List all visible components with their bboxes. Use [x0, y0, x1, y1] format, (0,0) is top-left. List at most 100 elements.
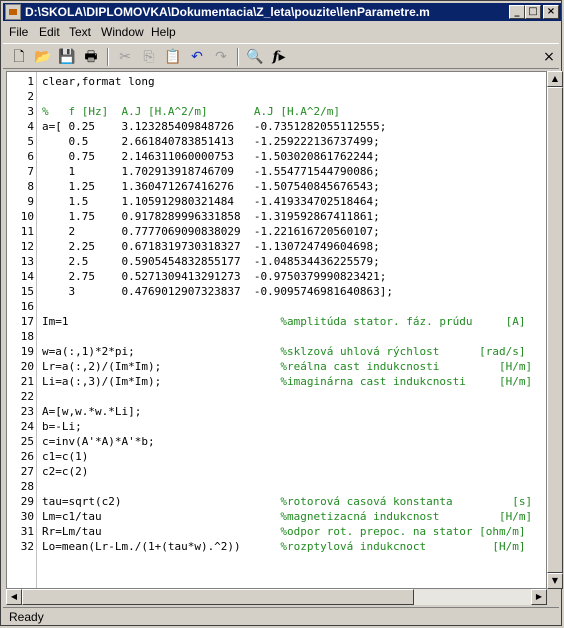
code-line[interactable]: 13 2.5 0.5905454832855177 -1.04853443622…	[7, 254, 546, 269]
code-text: Lo=mean(Lr-Lm./(1+(tau*w).^2)) %rozptylo…	[42, 539, 525, 554]
line-number: 31	[20, 525, 34, 538]
code-line[interactable]: 23 A=[w,w.*w.*Li];	[7, 404, 546, 419]
code-line[interactable]: 32 Lo=mean(Lr-Lm./(1+(tau*w).^2)) %rozpty…	[7, 539, 546, 554]
code-line[interactable]: 10 1.75 0.9178289996331858 -1.3195928674…	[7, 209, 546, 224]
code-line[interactable]: 28	[7, 479, 546, 494]
code-line[interactable]: 4 a=[ 0.25 3.123285409848726 -0.735128205…	[7, 119, 546, 134]
code-line[interactable]: 29 tau=sqrt(c2) %rotorová casová konstant…	[7, 494, 546, 509]
code-line[interactable]: 31 Rr=Lm/tau %odpor rot. prepoc. na stato…	[7, 524, 546, 539]
line-number: 22	[20, 390, 34, 403]
line-number: 20	[20, 360, 34, 373]
code-line[interactable]: 21 Li=a(:,3)/(Im*Im); %imaginárna cast in…	[7, 374, 546, 389]
code-line[interactable]: 12 2.25 0.6718319730318327 -1.1307247496…	[7, 239, 546, 254]
horizontal-scrollbar[interactable]: ◀ ▶	[6, 589, 547, 605]
undo-icon[interactable]: ↶	[187, 47, 207, 67]
line-number: 27	[20, 465, 34, 478]
scroll-up-icon[interactable]: ▲	[547, 71, 563, 87]
line-number: 23	[20, 405, 34, 418]
code-line[interactable]: 20 Lr=a(:,2)/(Im*Im); %reálna cast indukc…	[7, 359, 546, 374]
title-bar[interactable]: D:\SKOLA\DIPLOMOVKA\Dokumentacia\Z_leta\…	[3, 3, 561, 21]
status-bar: Ready	[3, 607, 559, 625]
code-editor[interactable]: 1 clear,format long 2 3% f [Hz] A.J [H.A^2/…	[6, 71, 547, 589]
code-comment: %reálna cast indukcnosti [H/m]	[280, 360, 533, 373]
close-button[interactable]: ×	[543, 5, 559, 19]
code-statement: a=[ 0.25 3.123285409848726 -0.7351282055…	[42, 120, 387, 133]
minimize-button[interactable]: _	[509, 5, 525, 19]
code-line[interactable]: 9 1.5 1.105912980321484 -1.4193347025184…	[7, 194, 546, 209]
code-line[interactable]: 1 clear,format long	[7, 74, 546, 89]
scroll-right-icon[interactable]: ▶	[531, 589, 547, 605]
code-line[interactable]: 2	[7, 89, 546, 104]
vertical-scroll-thumb[interactable]	[547, 87, 563, 573]
line-number: 14	[20, 270, 34, 283]
code-line[interactable]: 24 b=-Li;	[7, 419, 546, 434]
code-statement: clear,format long	[42, 75, 155, 88]
save-icon[interactable]: 💾	[57, 47, 77, 67]
menu-help[interactable]: Help	[151, 25, 176, 39]
code-line[interactable]: 3 % f [Hz] A.J [H.A^2/m] A.J [H.A^2/m]	[7, 104, 546, 119]
paste-icon[interactable]: 📋	[163, 47, 183, 67]
menu-text[interactable]: Text	[69, 25, 91, 39]
code-line[interactable]: 6 0.75 2.146311060000753 -1.503020861762…	[7, 149, 546, 164]
code-statement: 3 0.4769012907323837 -0.9095746981640863…	[42, 285, 393, 298]
code-text: 1.5 1.105912980321484 -1.419334702518464…	[42, 194, 379, 209]
code-statement: w=a(:,1)*2*pi;	[42, 345, 281, 358]
close-document-icon[interactable]: ×	[539, 47, 559, 67]
copy-icon[interactable]: ⎘	[139, 47, 159, 67]
code-line[interactable]: 17 Im=1 %amplitúda stator. fáz. prúdu [A]	[7, 314, 546, 329]
new-file-icon[interactable]: 🗋	[9, 47, 29, 67]
code-text: c=inv(A'*A)*A'*b;	[42, 434, 155, 449]
code-statement: c=inv(A'*A)*A'*b;	[42, 435, 155, 448]
code-comment: % f [Hz] A.J [H.A^2/m] A.J [H.A^2/m]	[42, 105, 341, 118]
cut-icon[interactable]: ✂	[115, 47, 135, 67]
code-line[interactable]: 5 0.5 2.661840783851413 -1.2592221367374…	[7, 134, 546, 149]
line-number: 21	[20, 375, 34, 388]
line-number: 18	[20, 330, 34, 343]
code-line[interactable]: 22	[7, 389, 546, 404]
scroll-left-icon[interactable]: ◀	[6, 589, 22, 605]
code-statement: 0.5 2.661840783851413 -1.259222136737499…	[42, 135, 380, 148]
code-text: b=-Li;	[42, 419, 82, 434]
code-line[interactable]: 18	[7, 329, 546, 344]
redo-icon[interactable]: ↷	[211, 47, 231, 67]
code-line[interactable]: 30 Lm=c1/tau %magnetizacná indukcnost [H/…	[7, 509, 546, 524]
line-number: 32	[20, 540, 34, 553]
code-text: % f [Hz] A.J [H.A^2/m] A.J [H.A^2/m]	[42, 104, 340, 119]
code-text: 2.75 0.5271309413291273 -0.9750379990823…	[42, 269, 386, 284]
line-number: 2	[27, 90, 34, 103]
scroll-down-icon[interactable]: ▼	[547, 573, 563, 589]
line-number: 8	[27, 180, 34, 193]
code-line[interactable]: 11 2 0.7777069090838029 -1.2216167205601…	[7, 224, 546, 239]
app-icon[interactable]	[5, 4, 21, 20]
maximize-button[interactable]: □	[525, 5, 541, 19]
line-number: 13	[20, 255, 34, 268]
vertical-scrollbar[interactable]: ▲ ▼	[547, 71, 563, 589]
code-statement: 1 1.702913918746709 -1.554771544790086;	[42, 165, 380, 178]
code-text: 2 0.7777069090838029 -1.221616720560107;	[42, 224, 379, 239]
print-icon[interactable]: 🖶	[81, 47, 101, 67]
line-number: 6	[27, 150, 34, 163]
code-statement: Li=a(:,3)/(Im*Im);	[42, 375, 281, 388]
find-icon[interactable]: 🔍	[245, 47, 265, 67]
code-line[interactable]: 26 c1=c(1)	[7, 449, 546, 464]
code-line[interactable]: 19 w=a(:,1)*2*pi; %sklzová uhlová rýchlos…	[7, 344, 546, 359]
open-folder-icon[interactable]: 📂	[33, 47, 53, 67]
code-line[interactable]: 15 3 0.4769012907323837 -0.9095746981640…	[7, 284, 546, 299]
menu-window[interactable]: Window	[101, 25, 144, 39]
code-line[interactable]: 27 c2=c(2)	[7, 464, 546, 479]
code-comment: %imaginárna cast indukcnosti [H/m]	[280, 375, 533, 388]
line-number: 16	[20, 300, 34, 313]
code-statement: 2.5 0.5905454832855177 -1.04853443622557…	[42, 255, 380, 268]
code-line[interactable]: 16	[7, 299, 546, 314]
horizontal-scroll-thumb[interactable]	[22, 589, 414, 605]
menu-file[interactable]: File	[9, 25, 28, 39]
line-number: 12	[20, 240, 34, 253]
code-statement: Rr=Lm/tau	[42, 525, 281, 538]
function-icon[interactable]: f▸	[269, 47, 289, 67]
menu-edit[interactable]: Edit	[39, 25, 60, 39]
code-line[interactable]: 7 1 1.702913918746709 -1.554771544790086…	[7, 164, 546, 179]
code-line[interactable]: 25 c=inv(A'*A)*A'*b;	[7, 434, 546, 449]
code-line[interactable]: 8 1.25 1.360471267416276 -1.507540845676…	[7, 179, 546, 194]
code-line[interactable]: 14 2.75 0.5271309413291273 -0.9750379990…	[7, 269, 546, 284]
line-number: 11	[20, 225, 34, 238]
